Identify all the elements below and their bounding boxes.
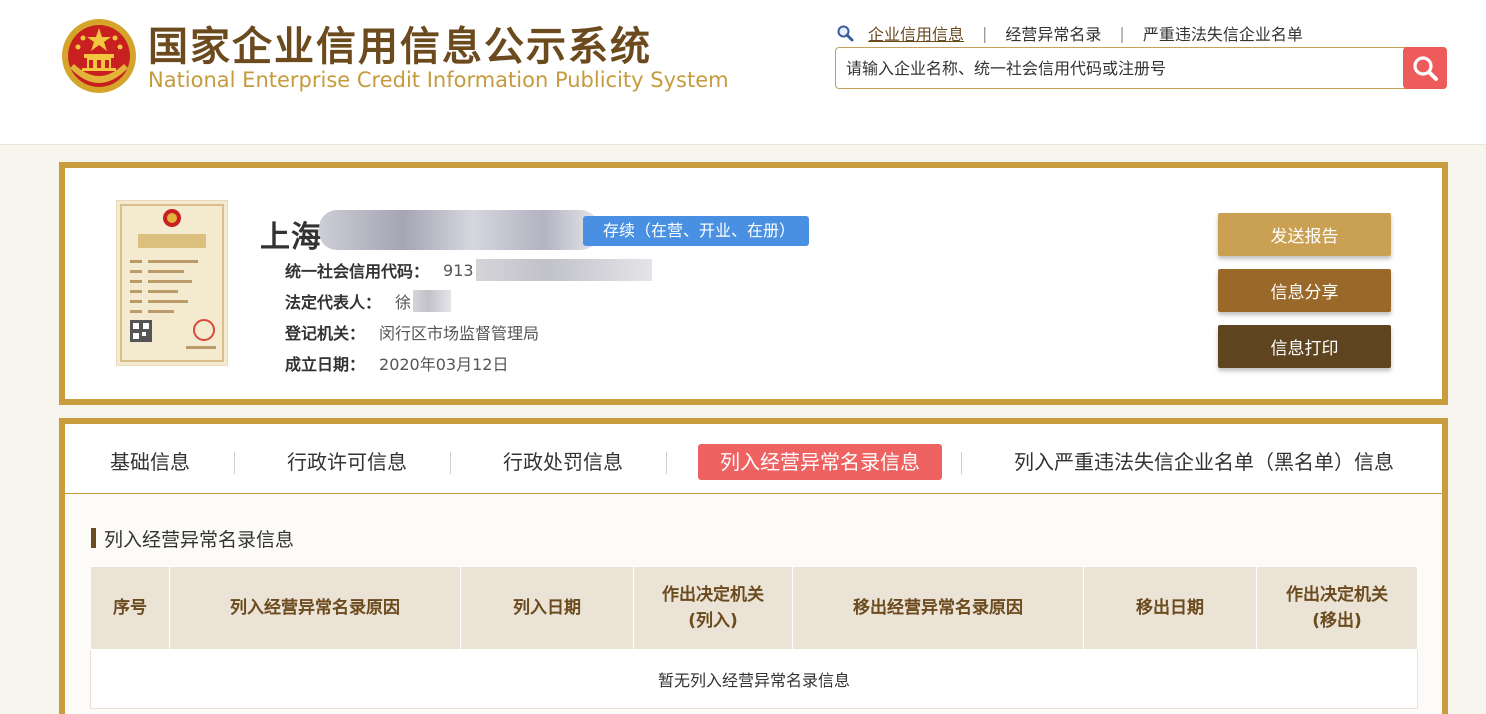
nav-separator: | (1119, 23, 1125, 43)
company-name: 上海 (260, 220, 322, 255)
national-emblem-icon (62, 19, 136, 93)
site-title-cn: 国家企业信用信息公示系统 (148, 24, 652, 70)
nav-abnormal-list[interactable]: 经营异常名录 (1005, 21, 1101, 45)
site-header: 国家企业信用信息公示系统 National Enterprise Credit … (0, 0, 1486, 145)
credit-code-row: 统一社会信用代码： 913 (285, 258, 652, 282)
section-title-text: 列入经营异常名录信息 (104, 528, 295, 551)
col-header-list-date: 列入日期 (460, 566, 634, 650)
tab-blacklist[interactable]: 列入严重违法失信企业名单（黑名单）信息 (1014, 444, 1394, 480)
abnormal-list-table: 序号 列入经营异常名录原因 列入日期 作出决定机关 (列入) 移出经营异常名录原因… (90, 566, 1418, 709)
business-license-icon[interactable] (116, 200, 228, 366)
tab-basic-info[interactable]: 基础信息 (110, 444, 190, 480)
section-title: 列入经营异常名录信息 (91, 526, 295, 551)
col-header-remove-authority: 作出决定机关 (移出) (1256, 566, 1418, 650)
table-row: 暂无列入经营异常名录信息 (90, 649, 1418, 709)
established-date-value: 2020年03月12日 (379, 355, 509, 374)
legal-rep-value: 徐 (395, 293, 412, 312)
established-date-row: 成立日期： 2020年03月12日 (285, 351, 508, 375)
col-header-list-authority: 作出决定机关 (列入) (633, 566, 793, 650)
search-button[interactable] (1403, 47, 1447, 89)
legal-rep-row: 法定代表人： 徐 (285, 289, 452, 313)
registration-authority-row: 登记机关： 闵行区市场监督管理局 (285, 320, 539, 344)
empty-state-text: 暂无列入经营异常名录信息 (90, 649, 1418, 709)
nav-blacklist[interactable]: 严重违法失信企业名单 (1143, 21, 1303, 45)
col-header-index: 序号 (90, 566, 170, 650)
tab-abnormal-list[interactable]: 列入经营异常名录信息 (698, 444, 942, 480)
status-badge: 存续（在营、开业、在册） (583, 216, 810, 246)
tab-bar: 基础信息 行政许可信息 行政处罚信息 列入经营异常名录信息 列入严重违法失信企业… (59, 418, 1448, 499)
site-title-en: National Enterprise Credit Information P… (148, 68, 729, 92)
nav-separator: | (982, 23, 988, 43)
tab-separator (961, 452, 962, 474)
print-info-button[interactable]: 信息打印 (1218, 325, 1391, 368)
send-report-button[interactable]: 发送报告 (1218, 213, 1391, 256)
abnormal-list-section: 列入经营异常名录信息 序号 列入经营异常名录原因 列入日期 作出决定机关 (列入)… (59, 494, 1448, 714)
tab-separator (666, 452, 667, 474)
search-input[interactable] (836, 48, 1416, 88)
col-header-remove-date: 移出日期 (1083, 566, 1257, 650)
established-date-label: 成立日期： (285, 355, 366, 374)
tab-separator (450, 452, 451, 474)
redacted-code (475, 259, 652, 281)
credit-code-label: 统一社会信用代码： (285, 262, 430, 281)
tab-admin-license[interactable]: 行政许可信息 (287, 444, 407, 480)
tab-separator (234, 452, 235, 474)
section-title-marker (91, 528, 96, 548)
search-box (835, 47, 1447, 89)
top-nav: 企业信用信息 | 经营异常名录 | 严重违法失信企业名单 (836, 20, 1303, 46)
company-card: 上海 存续（在营、开业、在册） 统一社会信用代码： 913 法定代表人： 徐 登… (59, 162, 1448, 405)
tab-admin-penalty[interactable]: 行政处罚信息 (503, 444, 623, 480)
col-header-remove-reason: 移出经营异常名录原因 (792, 566, 1084, 650)
col-header-list-reason: 列入经营异常名录原因 (169, 566, 461, 650)
registration-authority-label: 登记机关： (285, 324, 366, 343)
redacted-legal-rep (413, 290, 452, 312)
credit-code-value: 913 (443, 260, 474, 280)
search-icon (837, 25, 854, 42)
table-header-row: 序号 列入经营异常名录原因 列入日期 作出决定机关 (列入) 移出经营异常名录原因… (90, 566, 1418, 650)
legal-rep-label: 法定代表人： (285, 293, 382, 312)
redacted-name (319, 210, 599, 250)
registration-authority-value: 闵行区市场监督管理局 (379, 324, 540, 343)
search-icon (1413, 56, 1438, 81)
nav-enterprise-credit[interactable]: 企业信用信息 (868, 21, 964, 45)
share-info-button[interactable]: 信息分享 (1218, 269, 1391, 312)
